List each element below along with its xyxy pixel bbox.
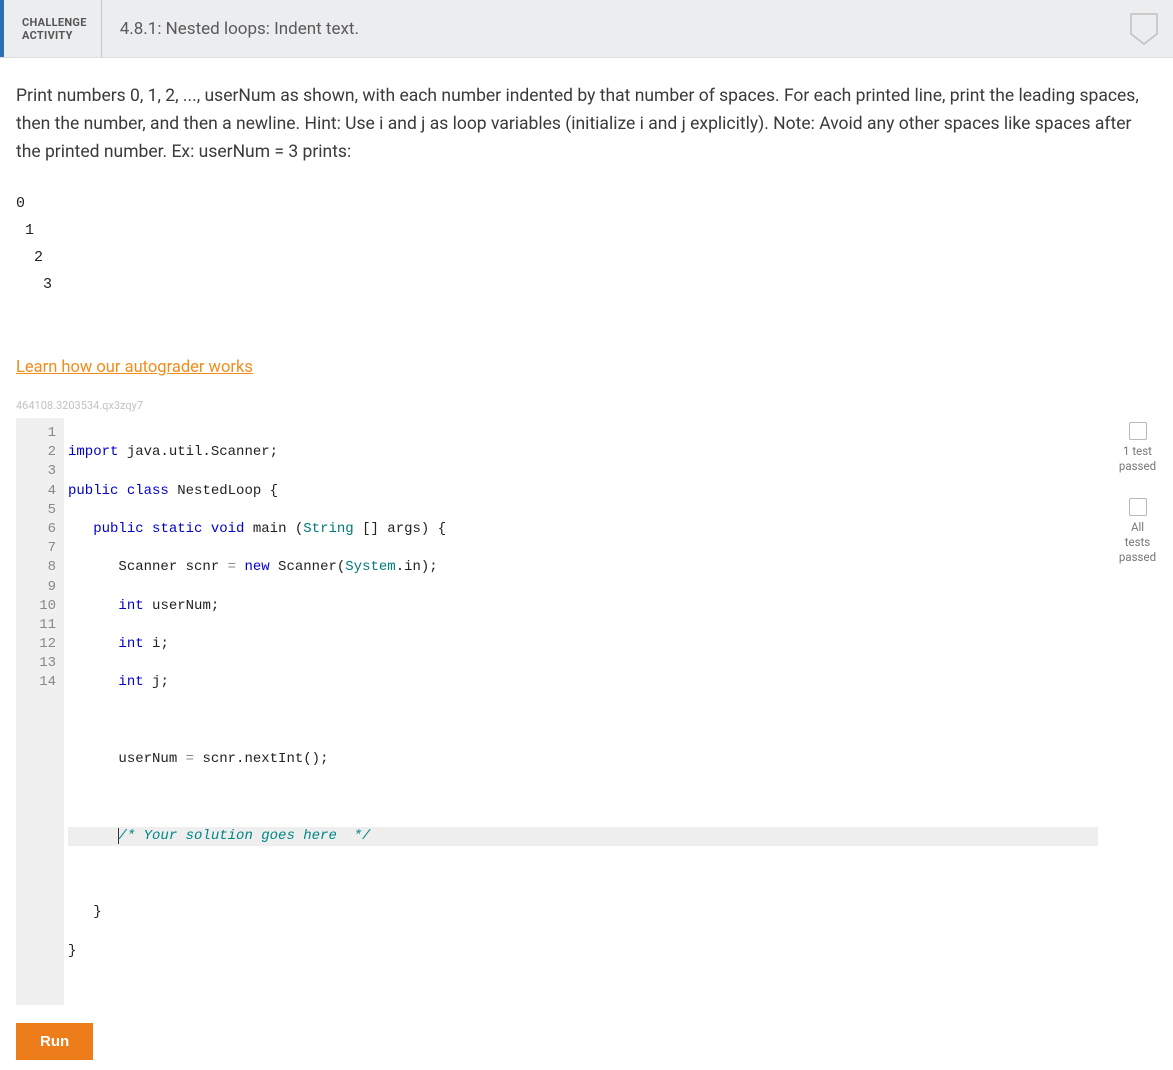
- line-number: 4: [16, 482, 56, 501]
- line-number: 7: [16, 539, 56, 558]
- challenge-header: CHALLENGE ACTIVITY 4.8.1: Nested loops: …: [0, 0, 1173, 58]
- line-number: 11: [16, 616, 56, 635]
- line-number: 9: [16, 578, 56, 597]
- code-token: int: [118, 674, 143, 690]
- code-token: main (: [244, 521, 303, 537]
- code-token: String: [303, 521, 353, 537]
- code-token: import: [68, 444, 118, 460]
- line-number: 5: [16, 501, 56, 520]
- shield-icon: [1129, 0, 1159, 57]
- code-token: static: [144, 521, 203, 537]
- code-token: .in);: [396, 559, 438, 575]
- challenge-badge: CHALLENGE ACTIVITY: [0, 0, 102, 57]
- example-output: 0 1 2 3: [16, 190, 1157, 298]
- code-token: public: [93, 521, 143, 537]
- status-box-icon: [1129, 498, 1147, 516]
- line-number: 6: [16, 520, 56, 539]
- code-token: Scanner(: [270, 559, 346, 575]
- code-token: Scanner scnr: [118, 559, 227, 575]
- code-token: =: [228, 559, 236, 575]
- status-one-test: 1 test passed: [1118, 422, 1157, 474]
- code-token: [68, 636, 118, 652]
- code-editor[interactable]: 1 2 3 4 5 6 7 8 9 10 11 12 13 14 import …: [16, 418, 1098, 1005]
- code-token: j;: [144, 674, 169, 690]
- code-token: i;: [144, 636, 169, 652]
- line-number: 3: [16, 462, 56, 481]
- line-number: 12: [16, 635, 56, 654]
- code-token: [68, 559, 118, 575]
- code-token: [68, 598, 118, 614]
- activity-title: 4.8.1: Nested loops: Indent text.: [102, 0, 377, 57]
- code-token: /* Your solution goes here */: [118, 828, 370, 844]
- code-token: userNum: [118, 751, 185, 767]
- code-token: System: [345, 559, 395, 575]
- line-number: 14: [16, 673, 56, 692]
- content-area: Print numbers 0, 1, 2, ..., userNum as s…: [0, 58, 1173, 1070]
- line-number: 8: [16, 558, 56, 577]
- watermark: 464108.3203534.qx3zqy7: [16, 399, 1157, 412]
- status-box-icon: [1129, 422, 1147, 440]
- status-one-test-label: 1 test passed: [1119, 444, 1156, 474]
- status-all-tests-label: All tests passed: [1118, 520, 1157, 565]
- badge-line-2: ACTIVITY: [22, 29, 87, 42]
- code-text-area[interactable]: import java.util.Scanner; public class N…: [64, 418, 1098, 1005]
- code-token: NestedLoop {: [169, 483, 278, 499]
- status-all-tests: All tests passed: [1118, 498, 1157, 565]
- code-token: }: [68, 904, 102, 920]
- autograder-link[interactable]: Learn how our autograder works: [16, 358, 253, 377]
- code-token: new: [236, 559, 270, 575]
- code-token: =: [186, 751, 194, 767]
- code-token: [68, 521, 93, 537]
- prompt-text: Print numbers 0, 1, 2, ..., userNum as s…: [16, 82, 1157, 166]
- editor-row: 1 2 3 4 5 6 7 8 9 10 11 12 13 14 import …: [16, 418, 1157, 1005]
- line-number: 1: [16, 424, 56, 443]
- code-token: void: [202, 521, 244, 537]
- code-token: class: [118, 483, 168, 499]
- code-token: [68, 828, 118, 844]
- code-token: int: [118, 598, 143, 614]
- code-token: [68, 674, 118, 690]
- test-status-panel: 1 test passed All tests passed: [1118, 418, 1157, 565]
- code-token: [68, 751, 118, 767]
- line-number-gutter: 1 2 3 4 5 6 7 8 9 10 11 12 13 14: [16, 418, 64, 1005]
- code-token: }: [68, 943, 76, 959]
- code-token: [] args) {: [354, 521, 446, 537]
- code-token: userNum;: [144, 598, 220, 614]
- run-button[interactable]: Run: [16, 1023, 93, 1060]
- code-token: java.util.Scanner;: [118, 444, 278, 460]
- code-token: public: [68, 483, 118, 499]
- code-token: int: [118, 636, 143, 652]
- line-number: 13: [16, 654, 56, 673]
- line-number: 10: [16, 597, 56, 616]
- line-number: 2: [16, 443, 56, 462]
- badge-line-1: CHALLENGE: [22, 16, 87, 29]
- code-token: scnr.nextInt();: [194, 751, 328, 767]
